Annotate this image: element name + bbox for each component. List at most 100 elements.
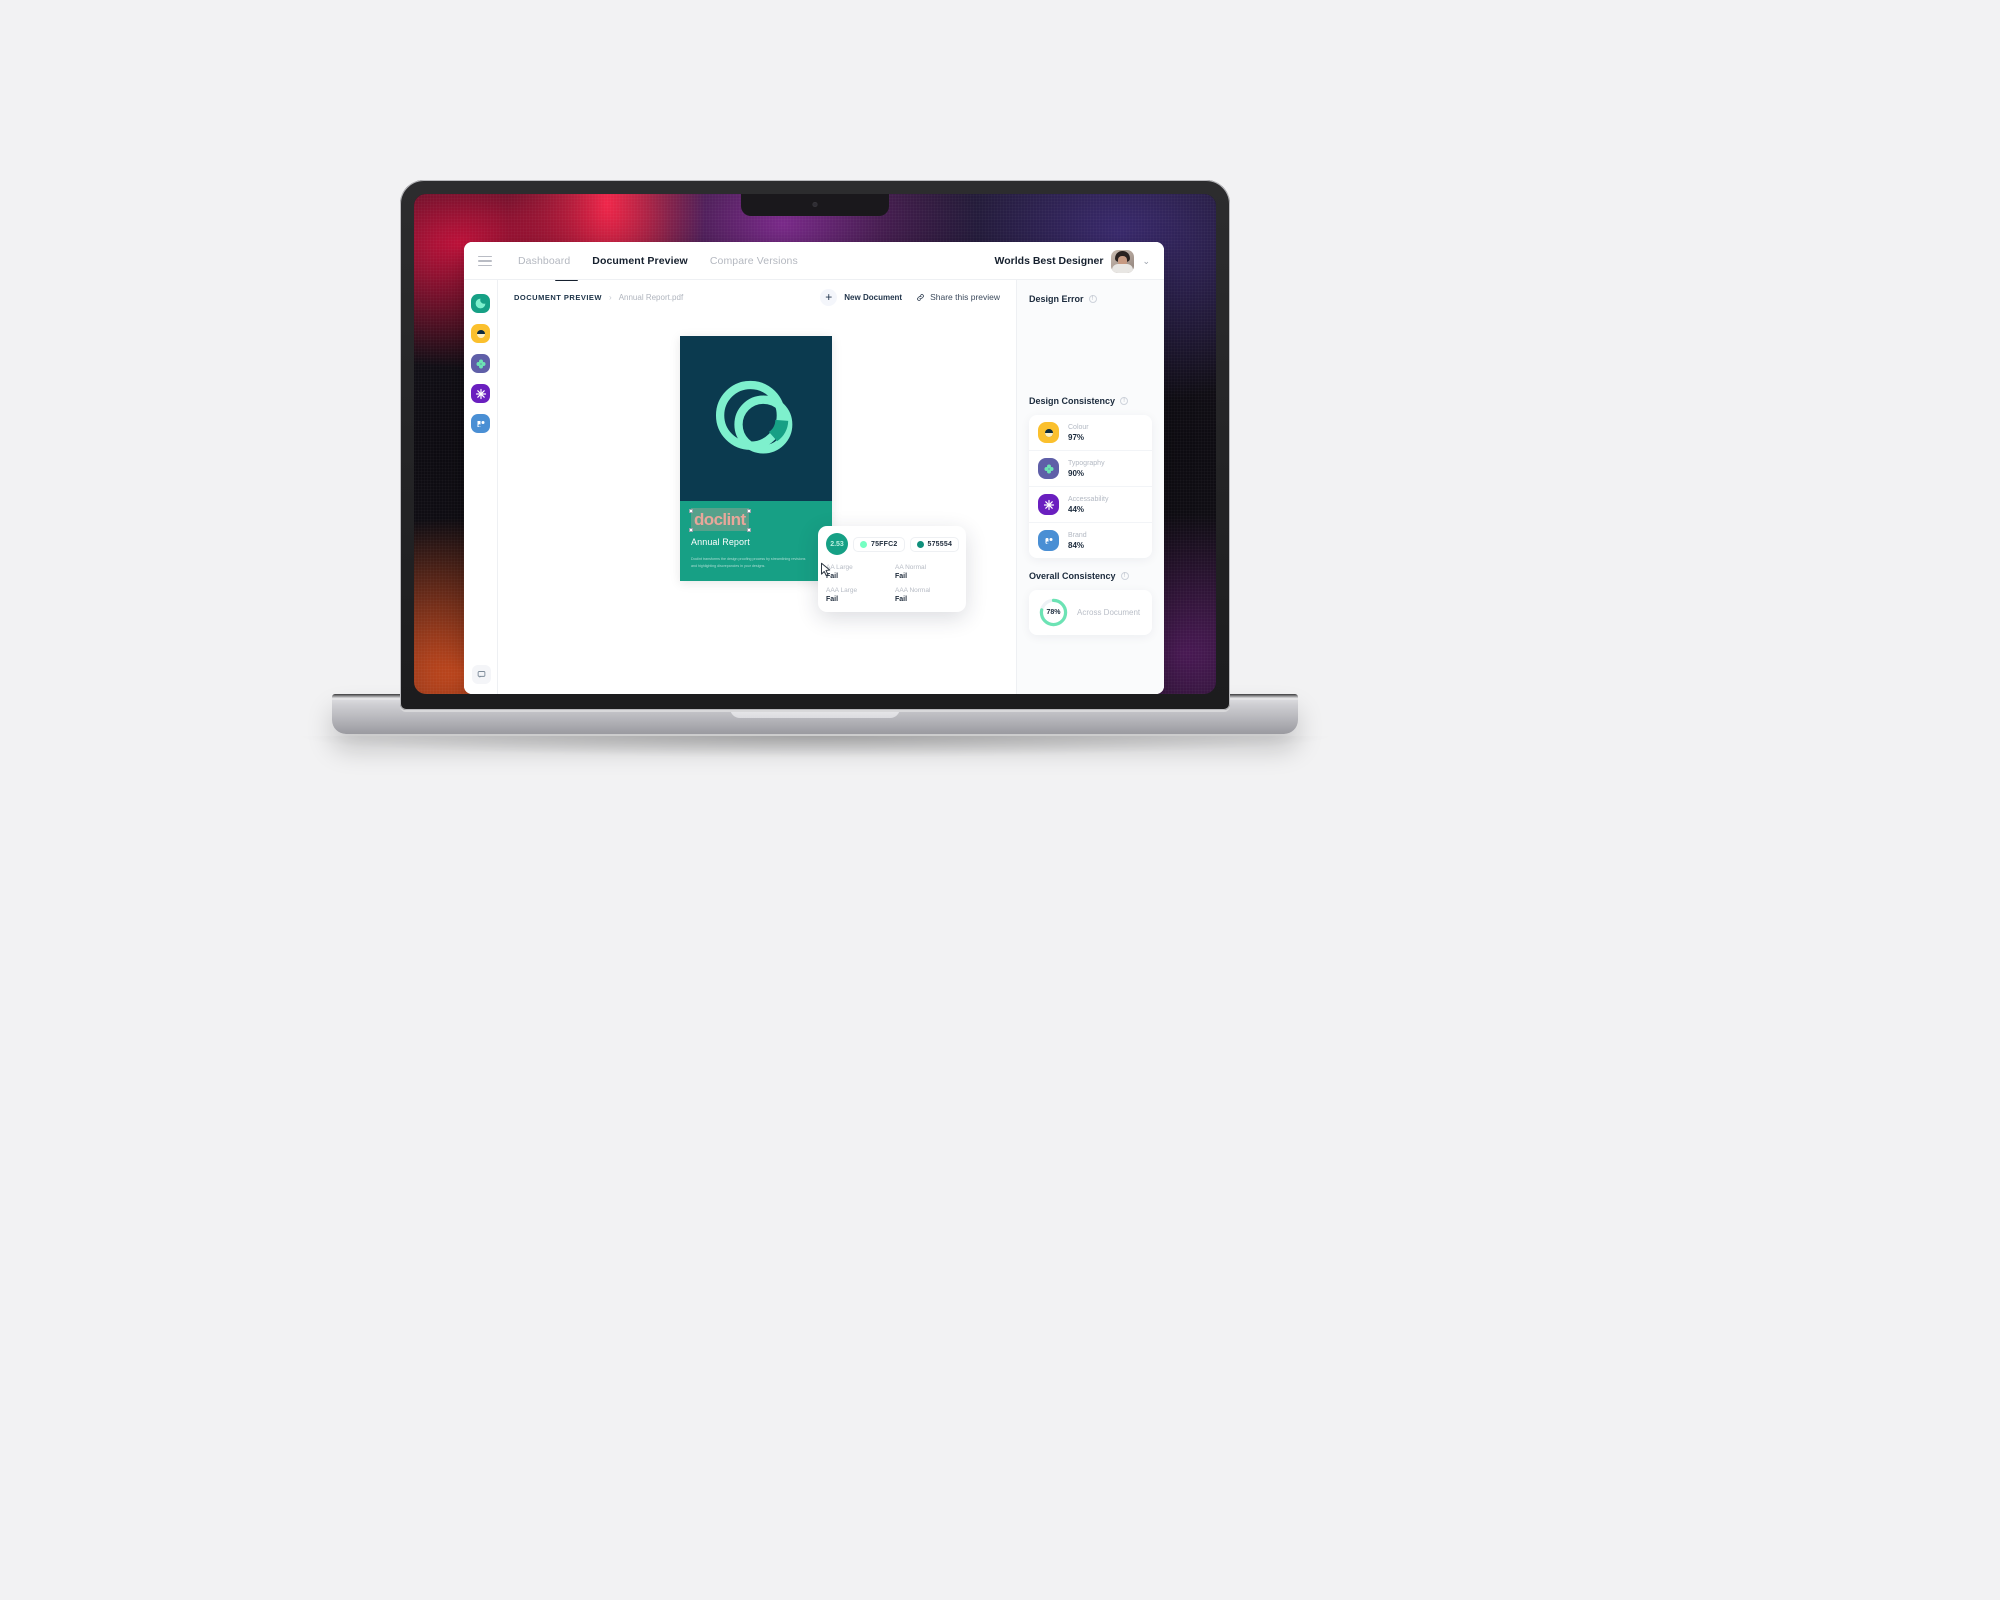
wcag-label: AA Normal: [895, 564, 927, 571]
background-hex: 575554: [927, 540, 953, 548]
toolbar-actions: + New Document Share this preview: [820, 288, 1000, 306]
foreground-hex: 75FFC2: [871, 540, 898, 548]
colour-icon: [1038, 422, 1059, 443]
contrast-ratio-badge: 2.53: [826, 533, 848, 555]
share-preview-button[interactable]: Share this preview: [916, 292, 1000, 302]
brand-icon: [1038, 530, 1059, 551]
rail-item-brand[interactable]: [471, 414, 490, 433]
wcag-results-grid: AA Large Fail AA Normal Fail AAA Large F…: [826, 564, 958, 603]
selected-text-block[interactable]: doclint: [689, 508, 751, 532]
overall-consistency-title: Overall Consistency: [1029, 571, 1116, 581]
rail-item-typography[interactable]: [471, 354, 490, 373]
document-body-text: Doclint transforms the design proofing p…: [691, 557, 806, 568]
selection-handle[interactable]: [689, 509, 693, 513]
selection-handle[interactable]: [746, 528, 751, 532]
consistency-row-accessability[interactable]: Accessability 44%: [1029, 486, 1152, 522]
document-footer: doclint Annual Report Doclint transforms…: [680, 501, 832, 581]
tab-compare-versions[interactable]: Compare Versions: [710, 255, 798, 267]
analysis-panel: Design Error ! Design Consistency ! Colo…: [1016, 280, 1164, 694]
wcag-value: Fail: [895, 596, 908, 603]
breadcrumb-file[interactable]: Annual Report.pdf: [619, 293, 684, 302]
design-consistency-title: Design Consistency: [1029, 396, 1116, 406]
overall-progress-ring: 78%: [1039, 598, 1068, 627]
tab-dashboard[interactable]: Dashboard: [518, 255, 570, 267]
consistency-value: 84%: [1068, 540, 1085, 550]
consistency-card: Colour 97% Typography 90% Accessability …: [1029, 415, 1152, 558]
document-hero: [680, 336, 832, 501]
consistency-value: 97%: [1068, 432, 1085, 442]
chevron-down-icon[interactable]: ⌄: [1142, 256, 1150, 267]
overall-label: Across Document: [1077, 608, 1141, 617]
overall-value: 78%: [1046, 609, 1061, 616]
user-menu[interactable]: Worlds Best Designer ⌄: [994, 249, 1150, 273]
selection-handle[interactable]: [746, 509, 751, 513]
mouse-cursor: [821, 562, 831, 576]
design-error-empty-area: [1029, 304, 1152, 396]
wcag-label: AA Large: [826, 564, 853, 571]
consistency-row-typography[interactable]: Typography 90%: [1029, 450, 1152, 486]
consistency-value: 44%: [1068, 504, 1085, 514]
wcag-value: Fail: [826, 573, 839, 580]
center-column: DOCUMENT PREVIEW › Annual Report.pdf + N…: [498, 280, 1016, 694]
consistency-row-colour[interactable]: Colour 97%: [1029, 415, 1152, 450]
colour-icon: [476, 329, 485, 338]
info-icon[interactable]: !: [1120, 572, 1129, 580]
screen-notch: [741, 194, 889, 216]
nav-tabs: Dashboard Document Preview Compare Versi…: [518, 255, 798, 267]
laptop-lid: Dashboard Document Preview Compare Versi…: [400, 180, 1230, 710]
topbar-divider: [464, 279, 1164, 280]
consistency-value: 90%: [1068, 468, 1085, 478]
info-icon[interactable]: !: [1120, 397, 1129, 405]
background-color-dot: [916, 540, 924, 548]
laptop-screen: Dashboard Document Preview Compare Versi…: [414, 194, 1216, 694]
hamburger-icon[interactable]: [478, 255, 492, 267]
share-preview-label: Share this preview: [930, 292, 1000, 302]
accessibility-icon: [1038, 494, 1059, 515]
background-swatch[interactable]: 575554: [909, 536, 960, 552]
typography-icon: [1038, 458, 1059, 479]
consistency-label: Colour: [1068, 423, 1089, 431]
avatar[interactable]: [1111, 249, 1135, 273]
design-consistency-header: Design Consistency !: [1029, 396, 1152, 406]
wcag-label: AAA Normal: [895, 587, 931, 594]
tab-document-preview[interactable]: Document Preview: [592, 255, 688, 267]
rail-item-colour[interactable]: [471, 324, 490, 343]
overall-consistency-card: 78% Across Document: [1029, 590, 1152, 635]
info-icon[interactable]: !: [1088, 295, 1097, 303]
icon-rail: [464, 280, 498, 694]
wcag-result-aa-normal: AA Normal Fail: [895, 564, 958, 580]
app-topbar: Dashboard Document Preview Compare Versi…: [464, 242, 1164, 281]
webcam-icon: [812, 202, 818, 207]
design-error-header: Design Error !: [1029, 294, 1152, 304]
foreground-swatch[interactable]: 75FFC2: [853, 536, 905, 552]
contrast-swatches: 2.53 75FFC2 575554: [826, 533, 960, 555]
laptop-shadow: [290, 736, 1340, 758]
design-error-title: Design Error: [1029, 294, 1084, 304]
wcag-result-aaa-normal: AAA Normal Fail: [895, 587, 958, 603]
plus-icon: +: [820, 288, 838, 306]
link-icon: [917, 293, 924, 301]
rail-item-accessibility[interactable]: [471, 384, 490, 403]
accessibility-icon: [475, 388, 486, 399]
consistency-row-brand[interactable]: Brand 84%: [1029, 522, 1152, 558]
wcag-value: Fail: [826, 596, 839, 603]
breadcrumb-root[interactable]: DOCUMENT PREVIEW: [514, 293, 602, 302]
doclint-circles-logo: [715, 380, 793, 453]
document-title: Annual Report: [691, 537, 750, 547]
rail-item-doclint-logo[interactable]: [471, 294, 490, 313]
breadcrumb-separator-icon: ›: [609, 292, 612, 302]
contrast-checker-popup[interactable]: 2.53 75FFC2 575554 AA Large Fail AA Norm…: [818, 526, 966, 612]
wcag-label: AAA Large: [826, 587, 858, 594]
consistency-label: Brand: [1068, 531, 1087, 539]
doclint-logo-icon: [475, 298, 486, 309]
user-name: Worlds Best Designer: [994, 255, 1104, 267]
wcag-value: Fail: [895, 573, 908, 580]
document-canvas: doclint Annual Report Doclint transforms…: [498, 314, 1016, 694]
sub-toolbar: DOCUMENT PREVIEW › Annual Report.pdf + N…: [498, 280, 1016, 314]
document-preview-page[interactable]: doclint Annual Report Doclint transforms…: [680, 336, 832, 581]
app-window: Dashboard Document Preview Compare Versi…: [464, 242, 1164, 694]
laptop-mockup: Dashboard Document Preview Compare Versi…: [290, 180, 1340, 770]
chat-bubble-icon[interactable]: [472, 665, 491, 684]
selection-handle[interactable]: [689, 528, 693, 532]
new-document-button[interactable]: + New Document: [820, 288, 902, 306]
